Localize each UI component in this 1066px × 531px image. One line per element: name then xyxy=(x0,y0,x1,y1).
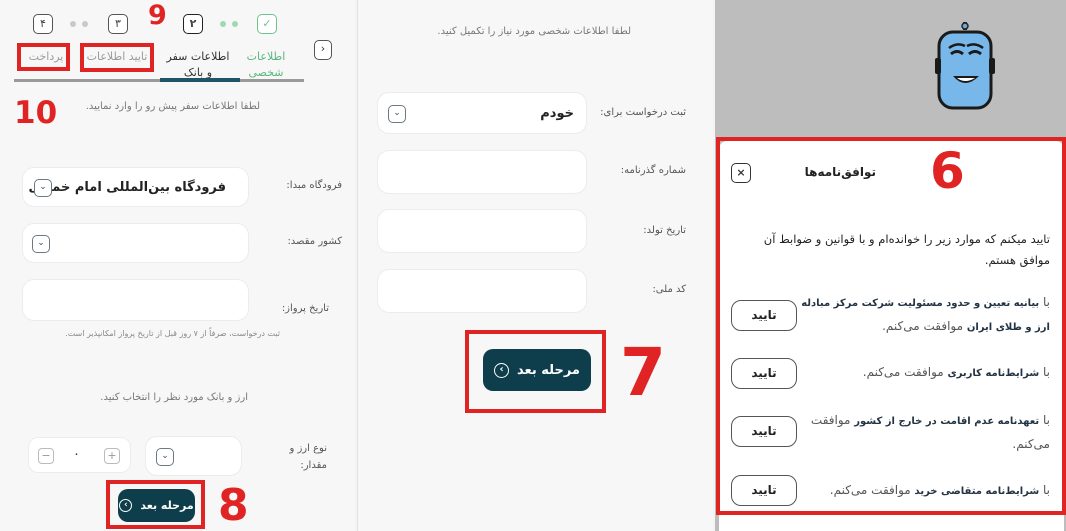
step-4-indicator: ۴ xyxy=(33,14,53,34)
step-dot xyxy=(220,21,226,27)
agreement-prefix: با xyxy=(1039,413,1050,427)
currency-amount-label: نوع ارز و مقدار: xyxy=(289,440,327,474)
chevron-down-icon: ⌄ xyxy=(388,105,406,123)
origin-airport-value: فرودگاه بین‌المللی امام خمینی xyxy=(28,179,226,195)
chevron-down-icon: ⌄ xyxy=(32,235,50,253)
annotation-number: 6 xyxy=(930,142,965,200)
personal-intro-text: لطفا اطلاعات شخصی مورد نیاز را تکمیل کنی… xyxy=(437,26,631,37)
tab-travel-bank[interactable]: اطلاعات سفر و بانک xyxy=(160,49,236,81)
request-for-label: ثبت درخواست برای: xyxy=(600,107,686,118)
agreements-dialog: توافق‌نامه‌ها × تایید میکنم که موارد زیر… xyxy=(719,141,1064,531)
chevron-down-icon: ⌄ xyxy=(156,448,174,466)
agreement-item-user-terms: با شرایط‌نامه کاربری موافقت می‌کنم. xyxy=(800,361,1050,385)
dialog-title: توافق‌نامه‌ها xyxy=(804,165,876,179)
tab-payment[interactable]: پرداخت xyxy=(22,49,70,65)
travel-intro-text: لطفا اطلاعات سفر پیش رو را وارد نمایید. xyxy=(85,101,260,112)
travel-info-panel: ۴ ۳ ۲ ✓ پرداخت تایید اطلاعات اطلاعات سفر… xyxy=(0,0,355,531)
annotation-number: 7 xyxy=(620,334,666,411)
request-for-select[interactable]: خودم ⌄ xyxy=(377,92,587,134)
passport-number-input[interactable] xyxy=(377,150,587,194)
confirm-button[interactable]: تایید xyxy=(731,475,797,506)
agreement-link[interactable]: شرایط‌نامه متقاضی خرید xyxy=(915,486,1040,497)
step-dot xyxy=(70,21,76,27)
step-3-indicator: ۳ xyxy=(108,14,128,34)
tab-confirm-info[interactable]: تایید اطلاعات xyxy=(84,49,150,65)
agreement-link[interactable]: شرایط‌نامه کاربری xyxy=(948,368,1040,379)
annotation-number: 9 xyxy=(148,0,167,31)
step-2-indicator: ۲ xyxy=(183,14,203,34)
genie-mascot-icon xyxy=(935,22,995,110)
chevron-down-icon: ⌄ xyxy=(34,179,52,197)
agreement-suffix: موافقت می‌کنم. xyxy=(882,319,967,333)
tab-personal-info[interactable]: اطلاعات شخصی xyxy=(240,49,292,81)
currency-intro-text: ارز و بانک مورد نظر را انتخاب کنید. xyxy=(100,392,248,403)
arrow-left-icon: ‹ xyxy=(494,362,510,378)
origin-airport-select[interactable]: فرودگاه بین‌المللی امام خمینی ⌄ xyxy=(22,167,249,207)
agreement-item-residency: با تعهدنامه عدم اقامت در خارج از کشور مو… xyxy=(800,409,1050,455)
arrow-left-icon: ‹ xyxy=(119,499,133,512)
confirm-button[interactable]: تایید xyxy=(731,416,797,447)
currency-label-line2: مقدار: xyxy=(300,460,327,471)
request-for-value: خودم xyxy=(540,105,574,121)
tab-underline xyxy=(14,79,304,82)
agreement-item-statement: با بیانیه تعیین و حدود مسئولیت شرکت مرکز… xyxy=(800,291,1050,339)
national-code-input[interactable] xyxy=(377,269,587,313)
flight-date-note: ثبت درخواست، صرفاً از ۷ روز قبل از تاریخ… xyxy=(65,329,280,338)
national-code-label: کد ملی: xyxy=(652,284,686,295)
agreements-panel: توافق‌نامه‌ها × تایید میکنم که موارد زیر… xyxy=(715,0,1066,531)
step-dot xyxy=(232,21,238,27)
agreement-prefix: با xyxy=(1039,295,1050,309)
currency-amount-value: ۰ xyxy=(73,447,80,462)
minus-button[interactable]: − xyxy=(38,448,54,464)
birth-date-input[interactable] xyxy=(377,209,587,253)
tab-underline-active xyxy=(160,78,240,82)
currency-amount-stepper[interactable]: − ۰ + xyxy=(28,437,131,473)
agreement-link[interactable]: تعهدنامه عدم اقامت در خارج از کشور xyxy=(854,416,1039,427)
agreement-item-buyer-terms: با شرایط‌نامه متقاضی خرید موافقت می‌کنم. xyxy=(800,479,1050,503)
destination-country-label: کشور مقصد: xyxy=(287,236,342,247)
plus-button[interactable]: + xyxy=(104,448,120,464)
confirm-button[interactable]: تایید xyxy=(731,358,797,389)
back-chevron-button[interactable]: › xyxy=(314,40,332,60)
next-step-button[interactable]: مرحله بعد ‹ xyxy=(483,349,591,391)
step-dot xyxy=(82,21,88,27)
next-step-label: مرحله بعد xyxy=(517,362,580,378)
personal-info-panel: لطفا اطلاعات شخصی مورد نیاز را تکمیل کنی… xyxy=(357,0,713,531)
step-1-done-check-icon: ✓ xyxy=(257,14,277,34)
next-step-button[interactable]: مرحله بعد ‹ xyxy=(118,489,195,522)
tab-travel-bank-line1: اطلاعات سفر xyxy=(166,50,230,63)
next-step-label: مرحله بعد xyxy=(140,499,194,512)
currency-label-line1: نوع ارز و xyxy=(289,443,327,454)
confirm-button[interactable]: تایید xyxy=(731,300,797,331)
agreement-prefix: با xyxy=(1039,483,1050,497)
close-icon[interactable]: × xyxy=(731,163,751,183)
annotation-number: 10 xyxy=(14,95,58,131)
agreements-intro-text: تایید میکنم که موارد زیر را خوانده‌ام و … xyxy=(763,232,1050,267)
destination-country-select[interactable]: ⌄ xyxy=(22,223,249,263)
birth-date-label: تاریخ تولد: xyxy=(643,225,686,236)
flight-date-input[interactable] xyxy=(22,279,249,321)
agreement-suffix: موافقت می‌کنم. xyxy=(862,365,948,379)
currency-type-select[interactable]: ⌄ xyxy=(145,436,242,476)
annotation-number: 8 xyxy=(218,480,249,531)
agreement-prefix: با xyxy=(1039,365,1050,379)
origin-airport-label: فرودگاه مبدا: xyxy=(286,180,342,191)
agreement-suffix: موافقت می‌کنم. xyxy=(829,483,915,497)
passport-number-label: شماره گذرنامه: xyxy=(620,165,686,176)
tab-personal-line1: اطلاعات xyxy=(246,50,286,63)
flight-date-label: تاریخ پرواز: xyxy=(281,303,329,314)
